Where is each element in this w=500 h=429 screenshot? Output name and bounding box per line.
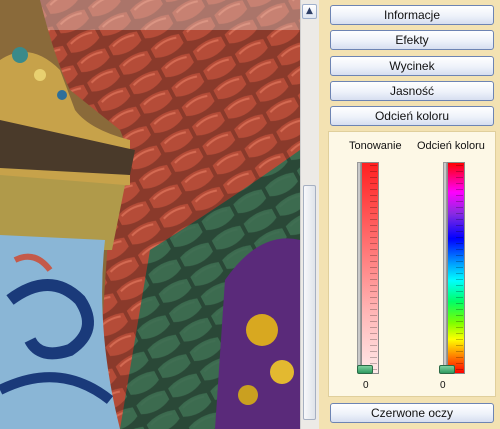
- czerwone-oczy-button[interactable]: Czerwone oczy: [330, 403, 494, 423]
- tonowanie-slider-handle[interactable]: [357, 365, 373, 374]
- scroll-up-arrow-icon[interactable]: ▲: [302, 4, 317, 19]
- efekty-button[interactable]: Efekty: [330, 30, 494, 50]
- tonowanie-label: Tonowanie: [349, 140, 402, 152]
- scrollbar-thumb[interactable]: [303, 185, 316, 420]
- odcien-slider-handle[interactable]: [439, 365, 455, 374]
- informacje-button[interactable]: Informacje: [330, 5, 494, 25]
- odcien-koloru-label: Odcień koloru: [417, 140, 485, 152]
- odcien-slider-groove[interactable]: [443, 162, 447, 372]
- tonowanie-gradient: [361, 162, 379, 374]
- wycinek-button[interactable]: Wycinek: [330, 56, 494, 76]
- tonowanie-ticks: [370, 165, 377, 371]
- photo-image: [0, 0, 300, 429]
- odcien-koloru-button[interactable]: Odcień koloru: [330, 106, 494, 126]
- jasnosc-button[interactable]: Jasność: [330, 81, 494, 101]
- tonowanie-slider-groove[interactable]: [357, 162, 361, 372]
- odcien-value: 0: [440, 380, 446, 391]
- color-adjust-box: Tonowanie 0 Odcień koloru 0: [328, 131, 496, 397]
- tools-panel: Informacje Efekty Wycinek Jasność Odcień…: [324, 0, 500, 429]
- odcien-ticks: [456, 165, 463, 371]
- odcien-gradient: [447, 162, 465, 374]
- vertical-scrollbar[interactable]: ▲: [300, 0, 319, 429]
- tonowanie-value: 0: [363, 380, 369, 391]
- photo-preview: [0, 0, 300, 429]
